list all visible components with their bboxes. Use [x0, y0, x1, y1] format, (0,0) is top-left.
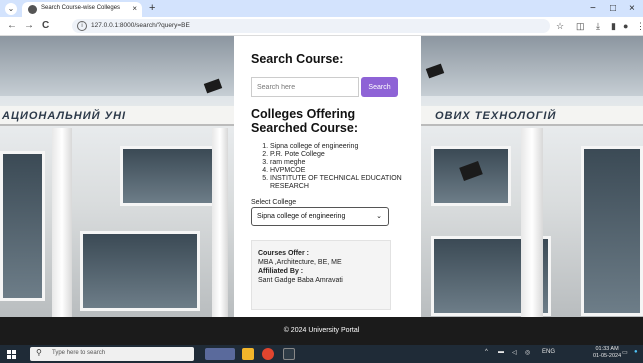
notifications-icon[interactable]: ▭	[622, 349, 628, 356]
taskbar-search[interactable]: ⚲ Type here to search	[30, 347, 194, 361]
facade-lettering: АЦИОНАЛЬНИЙ УНІ	[2, 110, 127, 122]
list-item: Sipna college of engineering	[270, 143, 404, 151]
minimize-button[interactable]: −	[590, 2, 596, 15]
battery-icon[interactable]: ▬	[498, 349, 504, 355]
select-college-label: Select College	[251, 199, 297, 206]
extensions-icon[interactable]: ◫	[576, 20, 585, 32]
list-item: ram meghe	[270, 159, 404, 167]
tab-close-icon[interactable]: ×	[132, 4, 137, 13]
new-tab-button[interactable]: +	[149, 2, 155, 15]
search-heading: Search Course:	[251, 52, 344, 66]
copilot-icon[interactable]: ●	[634, 349, 638, 355]
bookmark-star-icon[interactable]: ☆	[556, 20, 564, 32]
reload-button[interactable]: C	[42, 20, 49, 32]
volume-icon[interactable]: ◁	[512, 349, 517, 356]
sidebar-icon[interactable]: ▮	[611, 20, 616, 32]
close-window-button[interactable]: ×	[629, 2, 635, 15]
menu-dots-icon[interactable]: ⋮	[636, 20, 643, 32]
windows-start-icon[interactable]	[7, 350, 16, 359]
search-button[interactable]: Search	[361, 77, 398, 97]
clock-date: 01-05-2024	[593, 353, 622, 359]
profile-avatar-icon[interactable]: ●	[623, 20, 628, 32]
list-item: HVPMCOE	[270, 167, 404, 175]
courses-value: MBA ,Architecture, BE, ME	[258, 259, 342, 266]
url-text[interactable]: 127.0.0.1:8000/search/?query=BE	[91, 22, 190, 29]
address-bar[interactable]: i 127.0.0.1:8000/search/?query=BE	[72, 19, 550, 33]
college-list: Sipna college of engineering P.R. Pote C…	[251, 143, 404, 191]
file-explorer-icon[interactable]	[242, 348, 254, 360]
clock-time: 01:33 AM	[595, 346, 619, 352]
taskbar-clock[interactable]: 01:33 AM 01-05-2024	[593, 346, 621, 360]
widgets-icon[interactable]	[205, 348, 235, 360]
site-info-icon[interactable]: i	[77, 21, 87, 31]
facade-lettering: ОВИХ ТЕХНОЛОГІЙ	[435, 110, 557, 122]
network-icon[interactable]: ◎	[525, 349, 530, 356]
search-panel: Search Course: Search Colleges Offering …	[234, 36, 421, 317]
taskbar-search-placeholder: Type here to search	[52, 350, 106, 356]
search-icon: ⚲	[36, 348, 42, 357]
browser-toolbar: ← → C i 127.0.0.1:8000/search/?query=BE …	[0, 17, 643, 36]
page-content: АЦИОНАЛЬНИЙ УНІ ОВИХ ТЕХНОЛОГІЙ Search C…	[0, 36, 643, 317]
favicon-icon	[28, 5, 37, 14]
background-building-right: ОВИХ ТЕХНОЛОГІЙ	[421, 36, 643, 317]
affiliated-value: Sant Gadge Baba Amravati	[258, 277, 343, 284]
college-details-card: Courses Offer : MBA ,Architecture, BE, M…	[251, 240, 391, 310]
chrome-icon[interactable]	[262, 348, 274, 360]
forward-button[interactable]: →	[24, 20, 34, 32]
maximize-button[interactable]: □	[610, 2, 616, 15]
background-building-left: АЦИОНАЛЬНИЙ УНІ	[0, 36, 234, 317]
tab-title: Search Course-wise Colleges	[41, 5, 121, 11]
search-form: Search	[251, 77, 404, 97]
selected-college-value: Sipna college of engineering	[257, 213, 346, 220]
search-input[interactable]	[251, 77, 359, 97]
download-icon[interactable]: ⤓	[596, 20, 600, 32]
language-indicator[interactable]: ENG	[542, 349, 555, 355]
back-button[interactable]: ←	[7, 20, 17, 32]
college-select[interactable]: Sipna college of engineering ⌄	[251, 207, 389, 226]
results-heading: Colleges Offering Searched Course:	[251, 107, 358, 135]
browser-tabstrip: ⌄ Search Course-wise Colleges × + − □ ×	[0, 0, 643, 17]
list-item: INSTITUTE OF TECHNICAL EDUCATION RESEARC…	[270, 175, 404, 191]
browser-tab[interactable]: Search Course-wise Colleges ×	[22, 2, 142, 17]
courses-label: Courses Offer :	[258, 250, 309, 257]
list-item: P.R. Pote College	[270, 151, 404, 159]
show-hidden-icons-icon[interactable]: ^	[485, 349, 488, 355]
terminal-icon[interactable]	[283, 348, 295, 360]
affiliated-label: Affiliated By :	[258, 268, 304, 275]
tab-search-chevron-icon[interactable]: ⌄	[5, 3, 17, 15]
windows-taskbar: ⚲ Type here to search ^ ▬ ◁ ◎ ENG 01:33 …	[0, 345, 643, 363]
page-footer: © 2024 University Portal	[0, 317, 643, 345]
chevron-down-icon: ⌄	[376, 213, 382, 220]
